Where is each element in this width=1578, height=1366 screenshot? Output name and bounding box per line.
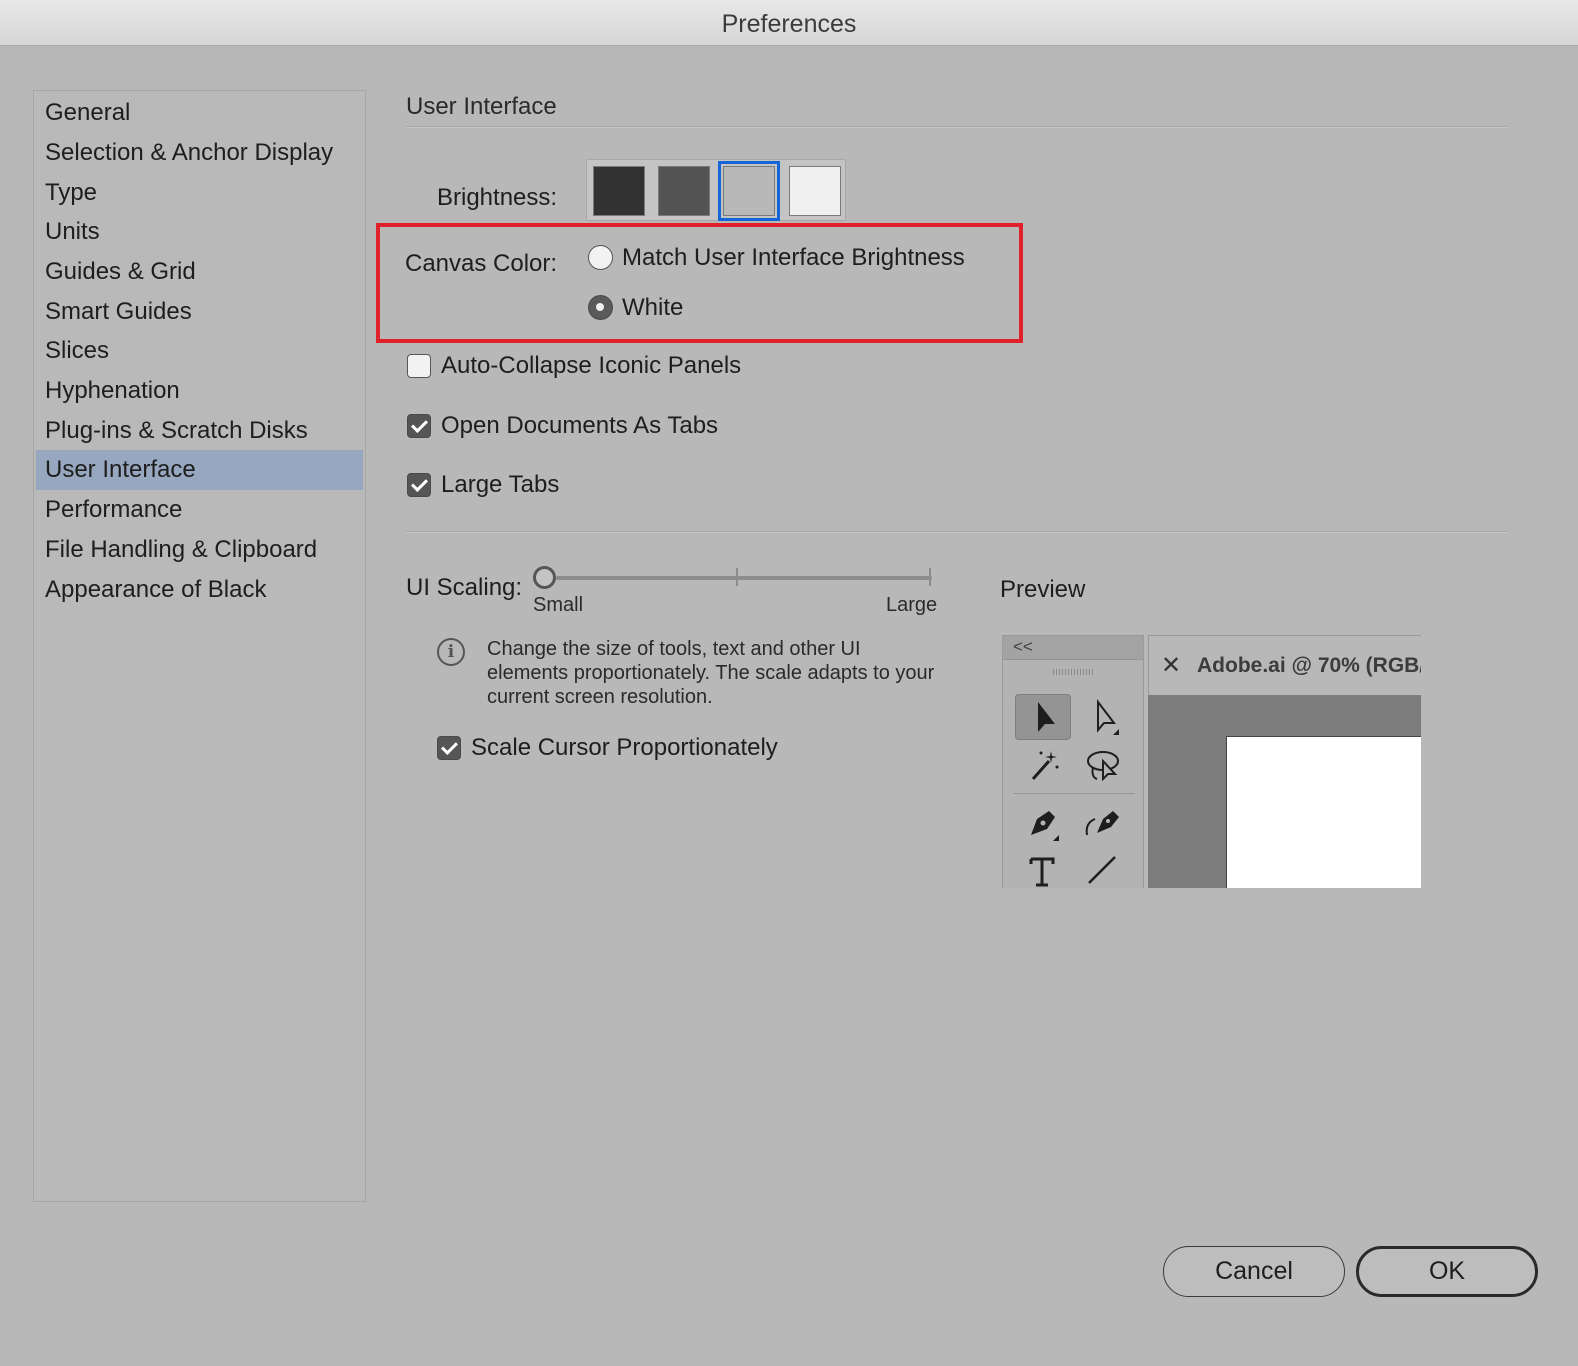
sidebar-item-hyphenation[interactable]: Hyphenation [36,371,363,411]
preview-artboard [1226,736,1421,888]
type-tool-icon [1015,848,1071,888]
cancel-button[interactable]: Cancel [1163,1246,1345,1297]
preferences-sidebar: General Selection & Anchor Display Type … [33,90,366,1202]
preview-document-tab: ✕ Adobe.ai @ 70% (RGB/ [1148,635,1421,695]
sidebar-item-guides-grid[interactable]: Guides & Grid [36,252,363,292]
selection-tool-icon [1015,694,1071,740]
tools-panel-header: << [1003,636,1143,660]
ui-scaling-info-text: Change the size of tools, text and other… [487,638,935,708]
sidebar-item-selection-anchor-display[interactable]: Selection & Anchor Display [36,133,363,173]
brightness-swatch-group [586,159,846,221]
canvas-color-highlight [376,223,1023,343]
open-as-tabs-label[interactable]: Open Documents As Tabs [441,412,718,440]
tools-divider [1013,793,1135,794]
ui-scaling-slider-track[interactable] [556,576,932,580]
ui-scaling-slider-thumb[interactable] [533,566,556,589]
sidebar-item-general[interactable]: General [36,93,363,133]
preferences-dialog: Preferences General Selection & Anchor D… [0,0,1578,1366]
auto-collapse-checkbox[interactable] [407,354,431,378]
brightness-label: Brightness: [437,184,558,211]
title-bar[interactable]: Preferences [0,0,1578,46]
sidebar-item-plugins-scratch-disks[interactable]: Plug-ins & Scratch Disks [36,411,363,451]
canvas-color-white-label[interactable]: White [622,294,683,322]
info-icon: i [437,638,465,666]
sidebar-item-user-interface[interactable]: User Interface [36,450,363,490]
brightness-swatch-light[interactable] [789,166,841,216]
close-icon: ✕ [1161,652,1182,679]
canvas-color-white-radio[interactable] [588,295,613,320]
direct-selection-tool-icon [1075,694,1131,740]
canvas-color-match-radio[interactable] [588,245,613,270]
ui-scaling-max-label: Large [886,594,938,616]
ui-scaling-tick-large [929,568,931,586]
sidebar-item-units[interactable]: Units [36,212,363,252]
sidebar-item-appearance-of-black[interactable]: Appearance of Black [36,570,363,610]
ok-button[interactable]: OK [1356,1246,1538,1297]
ui-scaling-min-label: Small [533,594,584,616]
canvas-color-label: Canvas Color: [405,250,558,277]
ui-scaling-label: UI Scaling: [406,574,523,601]
preview-tools-panel: << [1002,635,1144,888]
line-segment-tool-icon [1075,848,1131,888]
sidebar-item-file-handling-clipboard[interactable]: File Handling & Clipboard [36,530,363,570]
auto-collapse-label[interactable]: Auto-Collapse Iconic Panels [441,352,741,380]
preview-document: ✕ Adobe.ai @ 70% (RGB/ [1148,635,1421,888]
curvature-tool-icon [1075,800,1131,846]
window-title: Preferences [721,10,857,38]
sidebar-item-type[interactable]: Type [36,173,363,213]
magic-wand-tool-icon [1015,742,1071,788]
preview-document-title: Adobe.ai @ 70% (RGB/ [1197,654,1421,677]
large-tabs-checkbox[interactable] [407,473,431,497]
section-divider [406,126,1509,128]
scale-cursor-label[interactable]: Scale Cursor Proportionately [471,734,778,762]
ui-scaling-tick-mid [736,568,738,586]
sidebar-item-slices[interactable]: Slices [36,331,363,371]
scale-cursor-checkbox[interactable] [437,736,461,760]
brightness-swatch-medium-light[interactable] [718,161,780,221]
brightness-swatch-dark[interactable] [593,166,645,216]
panel-grip-icon [1053,669,1093,675]
preview-label: Preview [1000,576,1086,603]
canvas-color-match-label[interactable]: Match User Interface Brightness [622,244,965,272]
section-title: User Interface [406,93,557,120]
collapse-icon: << [1013,637,1033,656]
lasso-tool-icon [1075,742,1131,788]
open-as-tabs-checkbox[interactable] [407,414,431,438]
ui-scaling-divider [406,531,1509,533]
large-tabs-label[interactable]: Large Tabs [441,471,559,499]
sidebar-item-smart-guides[interactable]: Smart Guides [36,292,363,332]
pen-tool-icon [1015,800,1071,846]
brightness-swatch-medium-dark[interactable] [658,166,710,216]
sidebar-item-performance[interactable]: Performance [36,490,363,530]
